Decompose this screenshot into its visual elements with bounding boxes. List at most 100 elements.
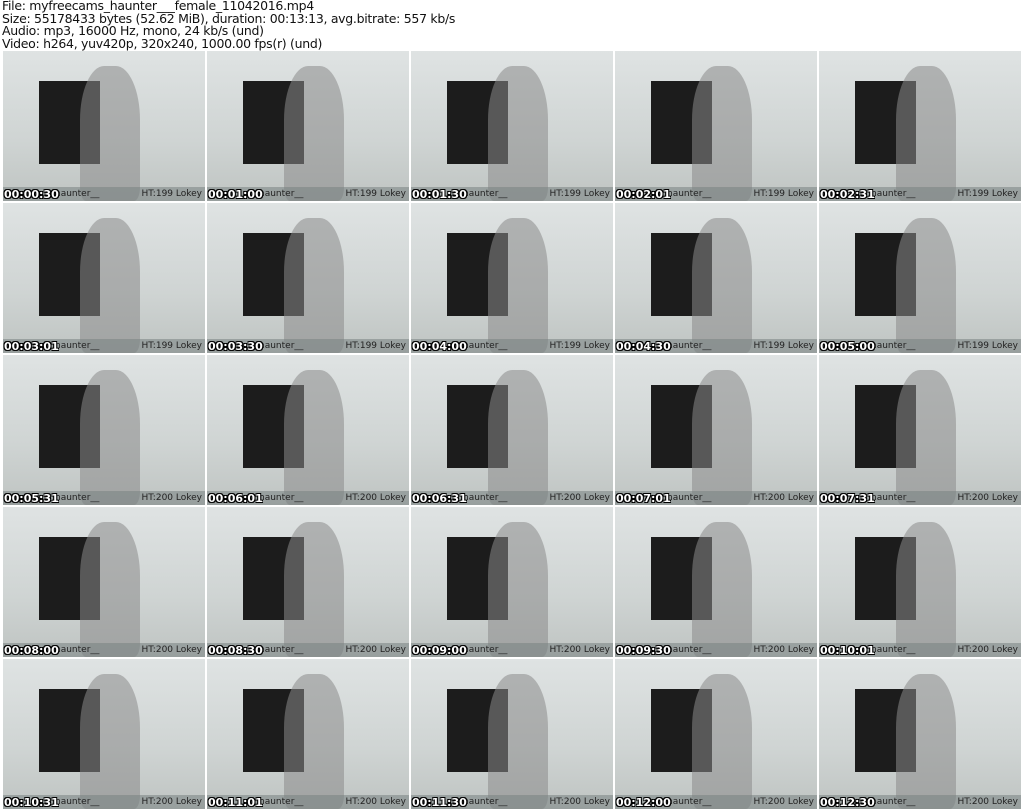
ht-overlay: HT:199 Lokey [549, 341, 610, 351]
figure-placeholder [691, 674, 753, 809]
video-thumbnail: haunter__ HT:200 Lokey 00:08:30 [207, 507, 409, 657]
username-overlay: haunter__ [667, 189, 712, 199]
video-thumbnail: haunter__ HT:200 Lokey 00:12:00 [615, 659, 817, 809]
video-thumbnail: haunter__ HT:200 Lokey 00:10:01 [819, 507, 1021, 657]
file-info-header: File: myfreecams_haunter___female_110420… [2, 0, 455, 50]
ht-overlay: HT:200 Lokey [957, 493, 1018, 503]
username-overlay: haunter__ [463, 797, 508, 807]
video-thumbnail: haunter__ HT:200 Lokey 00:09:00 [411, 507, 613, 657]
username-overlay: haunter__ [463, 493, 508, 503]
timestamp: 00:04:30 [616, 340, 671, 353]
figure-placeholder [691, 522, 753, 657]
ht-overlay: HT:200 Lokey [141, 797, 202, 807]
username-overlay: haunter__ [871, 645, 916, 655]
figure-placeholder [283, 522, 345, 657]
video-thumbnail: haunter__ HT:200 Lokey 00:11:01 [207, 659, 409, 809]
video-thumbnail: haunter__ HT:200 Lokey 00:12:30 [819, 659, 1021, 809]
ht-overlay: HT:199 Lokey [345, 341, 406, 351]
video-thumbnail: haunter__ HT:200 Lokey 00:09:30 [615, 507, 817, 657]
figure-placeholder [895, 370, 957, 505]
timestamp: 00:08:30 [208, 644, 263, 657]
username-overlay: haunter__ [871, 797, 916, 807]
video-thumbnail: haunter__ HT:200 Lokey 00:07:01 [615, 355, 817, 505]
timestamp: 00:03:30 [208, 340, 263, 353]
username-overlay: haunter__ [55, 797, 100, 807]
video-thumbnail: haunter__ HT:199 Lokey 00:00:30 [3, 51, 205, 201]
ht-overlay: HT:200 Lokey [345, 493, 406, 503]
video-thumbnail: haunter__ HT:199 Lokey 00:01:00 [207, 51, 409, 201]
ht-overlay: HT:200 Lokey [141, 645, 202, 655]
timestamp: 00:11:01 [208, 796, 263, 809]
username-overlay: haunter__ [667, 493, 712, 503]
timestamp: 00:05:31 [4, 492, 59, 505]
ht-overlay: HT:200 Lokey [957, 797, 1018, 807]
video-thumbnail: haunter__ HT:199 Lokey 00:05:00 [819, 203, 1021, 353]
username-overlay: haunter__ [259, 341, 304, 351]
ht-overlay: HT:200 Lokey [753, 797, 814, 807]
figure-placeholder [283, 66, 345, 201]
username-overlay: haunter__ [871, 493, 916, 503]
ht-overlay: HT:200 Lokey [957, 645, 1018, 655]
timestamp: 00:09:00 [412, 644, 467, 657]
username-overlay: haunter__ [55, 493, 100, 503]
timestamp: 00:01:30 [412, 188, 467, 201]
figure-placeholder [691, 218, 753, 353]
username-overlay: haunter__ [463, 341, 508, 351]
figure-placeholder [79, 674, 141, 809]
figure-placeholder [79, 218, 141, 353]
video-thumbnail: haunter__ HT:200 Lokey 00:10:31 [3, 659, 205, 809]
video-thumbnail: haunter__ HT:200 Lokey 00:05:31 [3, 355, 205, 505]
ht-overlay: HT:199 Lokey [753, 189, 814, 199]
timestamp: 00:10:31 [4, 796, 59, 809]
figure-placeholder [691, 66, 753, 201]
username-overlay: haunter__ [463, 645, 508, 655]
thumbnail-grid: haunter__ HT:199 Lokey 00:00:30 haunter_… [3, 51, 1021, 809]
video-thumbnail: haunter__ HT:200 Lokey 00:08:00 [3, 507, 205, 657]
figure-placeholder [487, 674, 549, 809]
ht-overlay: HT:199 Lokey [957, 189, 1018, 199]
username-overlay: haunter__ [667, 645, 712, 655]
video-thumbnail: haunter__ HT:199 Lokey 00:02:01 [615, 51, 817, 201]
timestamp: 00:02:01 [616, 188, 671, 201]
ht-overlay: HT:200 Lokey [345, 645, 406, 655]
username-overlay: haunter__ [871, 189, 916, 199]
username-overlay: haunter__ [55, 189, 100, 199]
video-thumbnail: haunter__ HT:200 Lokey 00:07:31 [819, 355, 1021, 505]
video-thumbnail: haunter__ HT:200 Lokey 00:06:31 [411, 355, 613, 505]
video-thumbnail: haunter__ HT:200 Lokey 00:11:30 [411, 659, 613, 809]
timestamp: 00:06:01 [208, 492, 263, 505]
ht-overlay: HT:200 Lokey [345, 797, 406, 807]
timestamp: 00:05:00 [820, 340, 875, 353]
timestamp: 00:02:31 [820, 188, 875, 201]
figure-placeholder [79, 522, 141, 657]
timestamp: 00:03:01 [4, 340, 59, 353]
figure-placeholder [487, 66, 549, 201]
timestamp: 00:09:30 [616, 644, 671, 657]
timestamp: 00:04:00 [412, 340, 467, 353]
ht-overlay: HT:200 Lokey [549, 797, 610, 807]
ht-overlay: HT:199 Lokey [141, 341, 202, 351]
figure-placeholder [895, 66, 957, 201]
video-thumbnail: haunter__ HT:199 Lokey 00:04:00 [411, 203, 613, 353]
ht-overlay: HT:199 Lokey [753, 341, 814, 351]
timestamp: 00:12:30 [820, 796, 875, 809]
ht-overlay: HT:199 Lokey [141, 189, 202, 199]
username-overlay: haunter__ [463, 189, 508, 199]
ht-overlay: HT:200 Lokey [753, 493, 814, 503]
video-thumbnail: haunter__ HT:199 Lokey 00:04:30 [615, 203, 817, 353]
video-thumbnail: haunter__ HT:200 Lokey 00:06:01 [207, 355, 409, 505]
username-overlay: haunter__ [55, 645, 100, 655]
ht-overlay: HT:200 Lokey [141, 493, 202, 503]
video-thumbnail: haunter__ HT:199 Lokey 00:03:30 [207, 203, 409, 353]
video-info: Video: h264, yuv420p, 320x240, 1000.00 f… [2, 35, 323, 51]
video-thumbnail: haunter__ HT:199 Lokey 00:02:31 [819, 51, 1021, 201]
timestamp: 00:00:30 [4, 188, 59, 201]
username-overlay: haunter__ [259, 189, 304, 199]
ht-overlay: HT:199 Lokey [345, 189, 406, 199]
username-overlay: haunter__ [259, 645, 304, 655]
video-thumbnail: haunter__ HT:199 Lokey 00:01:30 [411, 51, 613, 201]
username-overlay: haunter__ [55, 341, 100, 351]
figure-placeholder [79, 370, 141, 505]
timestamp: 00:12:00 [616, 796, 671, 809]
timestamp: 00:07:01 [616, 492, 671, 505]
